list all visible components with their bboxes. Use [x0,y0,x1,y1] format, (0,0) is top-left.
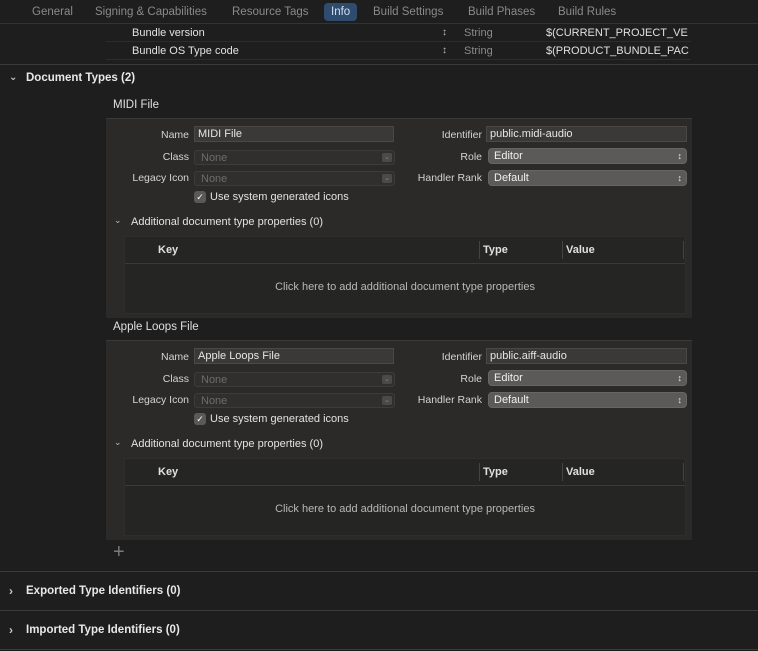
legacy-icon-popup[interactable]: None ⌄ [194,171,395,186]
column-divider [479,241,480,259]
legacy-icon-label: Legacy Icon [132,394,189,406]
plist-type: String [464,27,493,39]
class-popup-value: None [201,152,228,164]
additional-properties-table[interactable]: Key Type Value Click here to add additio… [124,458,686,536]
section-title: Exported Type Identifiers (0) [26,585,181,597]
tab-build-phases[interactable]: Build Phases [468,3,535,21]
identifier-label: Identifier [441,351,482,363]
tab-resource-tags[interactable]: Resource Tags [232,3,309,21]
up-down-stepper-icon[interactable]: ↕ [442,42,447,60]
class-popup[interactable]: None ⌄ [194,150,395,165]
identifier-field[interactable]: public.aiff-audio [486,348,687,364]
up-down-stepper-icon: ↕ [677,173,683,183]
role-popup-value: Editor [494,372,523,384]
editor-tab-bar: General Signing & Capabilities Resource … [0,0,758,24]
tab-build-settings[interactable]: Build Settings [373,3,443,21]
role-popup-value: Editor [494,150,523,162]
document-type-panel: Name MIDI File Class None ⌄ Legacy Icon … [106,118,692,318]
additional-properties-disclosure[interactable]: Additional document type properties (0) [131,214,323,230]
plist-value[interactable]: $(CURRENT_PROJECT_VE [546,24,691,42]
plist-row[interactable]: Bundle OS Type code ↕ String $(PRODUCT_B… [106,42,691,60]
divider [0,571,758,572]
handler-rank-popup-value: Default [494,172,529,184]
plist-row[interactable]: Bundle version ↕ String $(CURRENT_PROJEC… [106,24,691,42]
column-key[interactable]: Key [158,237,178,264]
table-header: Key Type Value [125,237,685,264]
column-divider [562,241,563,259]
legacy-icon-popup-value: None [201,173,228,185]
use-system-icons-label[interactable]: Use system generated icons [210,412,349,426]
legacy-icon-label: Legacy Icon [132,172,189,184]
name-label: Name [160,351,189,363]
column-type[interactable]: Type [483,237,508,264]
document-types-header[interactable]: ⌄ Document Types (2) [0,65,758,91]
handler-rank-label: Handler Rank [417,394,482,406]
column-key[interactable]: Key [158,459,178,486]
table-header: Key Type Value [125,459,685,486]
identifier-field[interactable]: public.midi-audio [486,126,687,142]
name-field[interactable]: MIDI File [194,126,394,142]
up-down-stepper-icon: ↕ [677,395,683,405]
class-popup-value: None [201,374,228,386]
handler-rank-popup-value: Default [494,394,529,406]
tab-signing-capabilities[interactable]: Signing & Capabilities [95,3,207,21]
role-label: Role [460,373,482,385]
handler-rank-popup[interactable]: Default ↕ [488,392,687,408]
document-type-title: MIDI File [113,99,159,111]
role-popup[interactable]: Editor ↕ [488,370,687,386]
handler-rank-popup[interactable]: Default ↕ [488,170,687,186]
name-field[interactable]: Apple Loops File [194,348,394,364]
plus-icon[interactable]: + [113,542,125,562]
chevron-down-icon[interactable]: ⌄ [114,437,122,448]
up-down-stepper-icon[interactable]: ↕ [442,24,447,42]
use-system-icons-label[interactable]: Use system generated icons [210,190,349,204]
class-label: Class [162,151,189,163]
plist-value[interactable]: $(PRODUCT_BUNDLE_PAC [546,42,691,60]
plist-type: String [464,45,493,57]
section-title: Imported Type Identifiers (0) [26,624,180,636]
legacy-icon-popup-value: None [201,395,228,407]
imported-types-header[interactable]: › Imported Type Identifiers (0) [0,617,758,643]
chevron-right-icon[interactable]: › [9,578,13,604]
column-divider [683,463,684,481]
divider [0,610,758,611]
name-label: Name [160,129,189,141]
column-value[interactable]: Value [566,459,595,486]
legacy-icon-popup[interactable]: None ⌄ [194,393,395,408]
class-label: Class [162,373,189,385]
checkmark-icon[interactable]: ✓ [194,191,206,203]
document-type-title: Apple Loops File [113,321,199,333]
checkmark-icon[interactable]: ✓ [194,413,206,425]
column-divider [479,463,480,481]
add-properties-placeholder[interactable]: Click here to add additional document ty… [125,503,685,515]
chevron-down-icon[interactable]: ⌄ [9,65,17,91]
chevron-right-icon[interactable]: › [9,617,13,643]
tab-general[interactable]: General [32,3,73,21]
up-down-stepper-icon: ↕ [677,151,683,161]
column-divider [562,463,563,481]
up-down-stepper-icon: ↕ [677,373,683,383]
tab-build-rules[interactable]: Build Rules [558,3,616,21]
exported-types-header[interactable]: › Exported Type Identifiers (0) [0,578,758,604]
plist-key: Bundle OS Type code [132,45,239,57]
additional-properties-table[interactable]: Key Type Value Click here to add additio… [124,236,686,314]
role-label: Role [460,151,482,163]
chevron-down-icon[interactable]: ⌄ [114,215,122,226]
additional-properties-disclosure[interactable]: Additional document type properties (0) [131,436,323,452]
handler-rank-label: Handler Rank [417,172,482,184]
column-value[interactable]: Value [566,237,595,264]
plist-key: Bundle version [132,27,205,39]
add-properties-placeholder[interactable]: Click here to add additional document ty… [125,281,685,293]
identifier-label: Identifier [441,129,482,141]
column-type[interactable]: Type [483,459,508,486]
section-title: Document Types (2) [26,72,136,84]
tab-info[interactable]: Info [324,3,358,21]
role-popup[interactable]: Editor ↕ [488,148,687,164]
column-divider [683,241,684,259]
divider [0,649,758,650]
class-popup[interactable]: None ⌄ [194,372,395,387]
document-type-panel: Name Apple Loops File Class None ⌄ Legac… [106,340,692,540]
